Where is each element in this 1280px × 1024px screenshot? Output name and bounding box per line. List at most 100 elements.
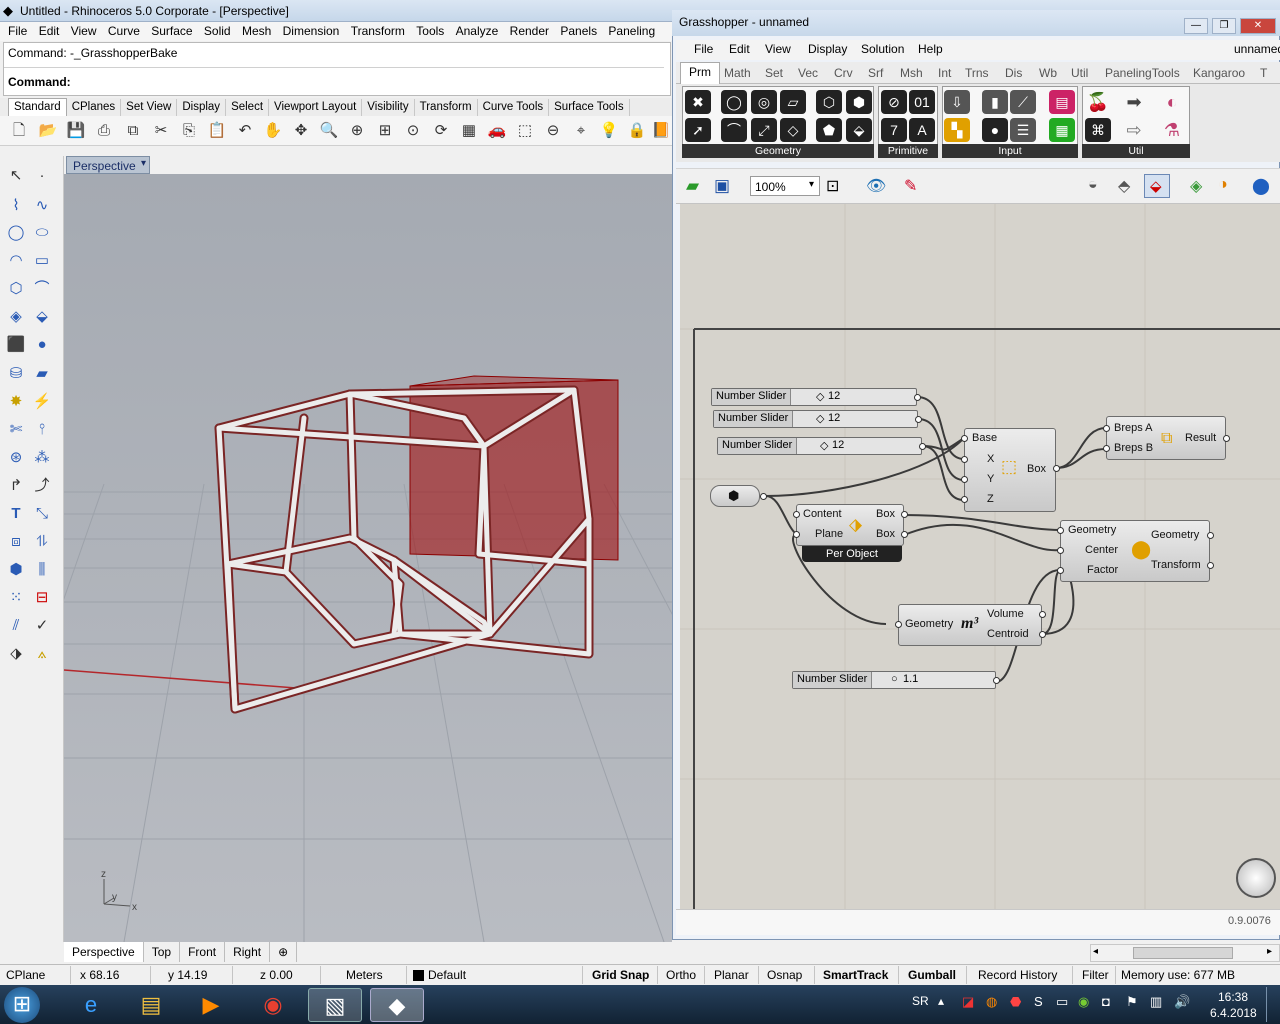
jitter-icon[interactable]: ◐ <box>1159 90 1185 114</box>
shaded-preview-icon[interactable]: ⬘ <box>1118 176 1130 196</box>
book-icon[interactable]: 📙 <box>650 120 672 142</box>
input-port[interactable] <box>1057 567 1064 574</box>
menu-view[interactable]: View <box>71 22 97 38</box>
transform-icon[interactable]: ⥮ <box>30 530 54 554</box>
grasshopper-canvas[interactable]: Number Slider ◇ 12 Number Slider ◇ 12 Nu… <box>680 204 1280 909</box>
zoom-dropdown-icon[interactable]: ▾ <box>809 179 814 190</box>
nvidia-tray-icon[interactable]: ◉ <box>1078 994 1089 1010</box>
file-explorer-icon[interactable]: ▤ <box>124 988 178 1022</box>
menu-analyze[interactable]: Analyze <box>456 22 499 38</box>
text-icon[interactable]: T <box>4 502 28 526</box>
colour-swatch-icon[interactable]: ▦ <box>1049 118 1075 142</box>
button-icon[interactable]: ● <box>982 118 1008 142</box>
scale-component[interactable]: Geometry Center Factor ⬤ Geometry Transf… <box>1060 520 1210 582</box>
gh-tab-prm[interactable]: Prm <box>680 62 720 84</box>
input-port[interactable] <box>793 511 800 518</box>
gradient-icon[interactable]: ▤ <box>1049 90 1075 114</box>
skype-tray-icon[interactable]: S <box>1034 994 1043 1009</box>
zoom-extents-icon[interactable]: ⊞ <box>374 120 396 142</box>
volume-component[interactable]: Geometry m³ Volume Centroid <box>898 604 1042 646</box>
gh-tab-wb[interactable]: Wb <box>1039 66 1057 80</box>
tab-display[interactable]: Display <box>177 99 227 117</box>
input-port[interactable] <box>895 621 902 628</box>
move-view-icon[interactable]: ✥ <box>290 120 312 142</box>
import-icon[interactable]: ⧉ <box>122 120 144 142</box>
gh-menu-display[interactable]: Display <box>808 42 847 56</box>
offset-icon[interactable]: ↱ <box>4 474 28 498</box>
input-port[interactable] <box>1057 547 1064 554</box>
command-prompt[interactable]: Command: <box>8 75 71 89</box>
render-sphere-icon[interactable]: ⬤ <box>1252 176 1270 196</box>
gh-tab-crv[interactable]: Crv <box>834 66 853 80</box>
output-port[interactable] <box>760 493 767 500</box>
wireframe-preview-icon[interactable]: ◒ <box>1088 176 1098 194</box>
undo-icon[interactable]: ↶ <box>234 120 256 142</box>
toggle-ortho[interactable]: Ortho <box>666 968 696 982</box>
toggle-planar[interactable]: Planar <box>714 968 749 982</box>
zoom-window-icon[interactable]: ⊕ <box>346 120 368 142</box>
geometry-param-component[interactable]: ⬢ <box>710 485 760 507</box>
preview-eye-icon[interactable]: 👁 <box>866 176 886 196</box>
rotate-view-icon[interactable]: ⟳ <box>430 120 452 142</box>
gh-tab-msh[interactable]: Msh <box>900 66 923 80</box>
input-port[interactable] <box>1057 527 1064 534</box>
tab-transform[interactable]: Transform <box>415 99 478 117</box>
dimension-icon[interactable]: ⤡ <box>30 502 54 526</box>
check-icon[interactable]: ✓ <box>30 614 54 638</box>
output-port[interactable] <box>901 531 908 538</box>
box-solid-icon[interactable]: ⬛ <box>4 333 28 357</box>
gh-tab-kangaroo[interactable]: Kangaroo <box>1193 66 1245 80</box>
explode-icon[interactable]: ✸ <box>4 390 28 414</box>
horizontal-scrollbar[interactable]: ◂ ▸ <box>1090 944 1280 962</box>
copy-icon[interactable]: ⎘ <box>178 120 200 142</box>
output-port[interactable] <box>1053 465 1060 472</box>
extrude-surface-icon[interactable]: ⬙ <box>30 305 54 329</box>
gh-save-icon[interactable]: ▣ <box>714 176 730 196</box>
media-player-icon[interactable]: ▶ <box>184 988 238 1022</box>
output-port[interactable] <box>1223 435 1230 442</box>
value-list-icon[interactable]: ⇩ <box>944 90 970 114</box>
minimize-icon[interactable]: — <box>1184 18 1208 34</box>
tray-chat-icon[interactable]: ◘ <box>1102 994 1110 1009</box>
input-port[interactable] <box>961 435 968 442</box>
input-port[interactable] <box>961 456 968 463</box>
input-port[interactable] <box>1103 445 1110 452</box>
mesh-param-icon[interactable]: ⬙ <box>846 118 872 142</box>
point-icon[interactable]: · <box>30 164 54 188</box>
flask-icon[interactable]: ⚗ <box>1159 118 1185 142</box>
gh-tab-util[interactable]: Util <box>1071 66 1088 80</box>
ribbon-label-util[interactable]: Util <box>1082 144 1190 158</box>
canvas-navigation-widget[interactable] <box>1236 858 1276 898</box>
mesh-plane-icon[interactable]: ▰ <box>30 362 54 386</box>
volume-tray-icon[interactable]: 🔊 <box>1174 994 1190 1010</box>
document-preview-icon[interactable]: ◈ <box>1190 176 1202 196</box>
rectangle-icon[interactable]: ▭ <box>30 249 54 273</box>
menu-render[interactable]: Render <box>510 22 549 38</box>
menu-dimension[interactable]: Dimension <box>283 22 340 38</box>
rhino-taskbar-icon[interactable]: ◆ <box>370 988 424 1022</box>
box-component[interactable]: Base X Y Z ⬚ Box <box>964 428 1056 512</box>
status-units[interactable]: Meters <box>346 968 383 982</box>
tab-surface-tools[interactable]: Surface Tools <box>549 99 630 117</box>
show-desktop-button[interactable] <box>1266 987 1278 1022</box>
gh-tab-srf[interactable]: Srf <box>868 66 883 80</box>
brep-param-icon[interactable]: ⬢ <box>846 90 872 114</box>
menu-mesh[interactable]: Mesh <box>242 22 271 38</box>
print-icon[interactable]: ⎙ <box>93 120 115 142</box>
selected-preview-toggle[interactable]: ⬙ <box>1144 174 1170 198</box>
status-cplane[interactable]: CPlane <box>6 968 45 982</box>
gh-menu-help[interactable]: Help <box>918 42 943 56</box>
car-render-icon[interactable]: 🚗 <box>486 120 508 142</box>
menu-paneling[interactable]: Paneling <box>608 22 655 38</box>
surface-corner-icon[interactable]: ◈ <box>4 305 28 329</box>
toggle-gumball[interactable]: Gumball <box>908 968 956 982</box>
array-icon[interactable]: ⫼ <box>30 558 54 582</box>
slider-3-handle-icon[interactable]: ◇ <box>820 439 828 452</box>
output-port[interactable] <box>1207 532 1214 539</box>
arc-icon[interactable]: ◠ <box>4 249 28 273</box>
output-port[interactable] <box>919 443 926 450</box>
tab-visibility[interactable]: Visibility <box>362 99 415 117</box>
output-port[interactable] <box>901 511 908 518</box>
viewport-menu-dropdown-icon[interactable]: ▾ <box>141 158 146 169</box>
scrollbar-thumb[interactable] <box>1133 947 1233 959</box>
